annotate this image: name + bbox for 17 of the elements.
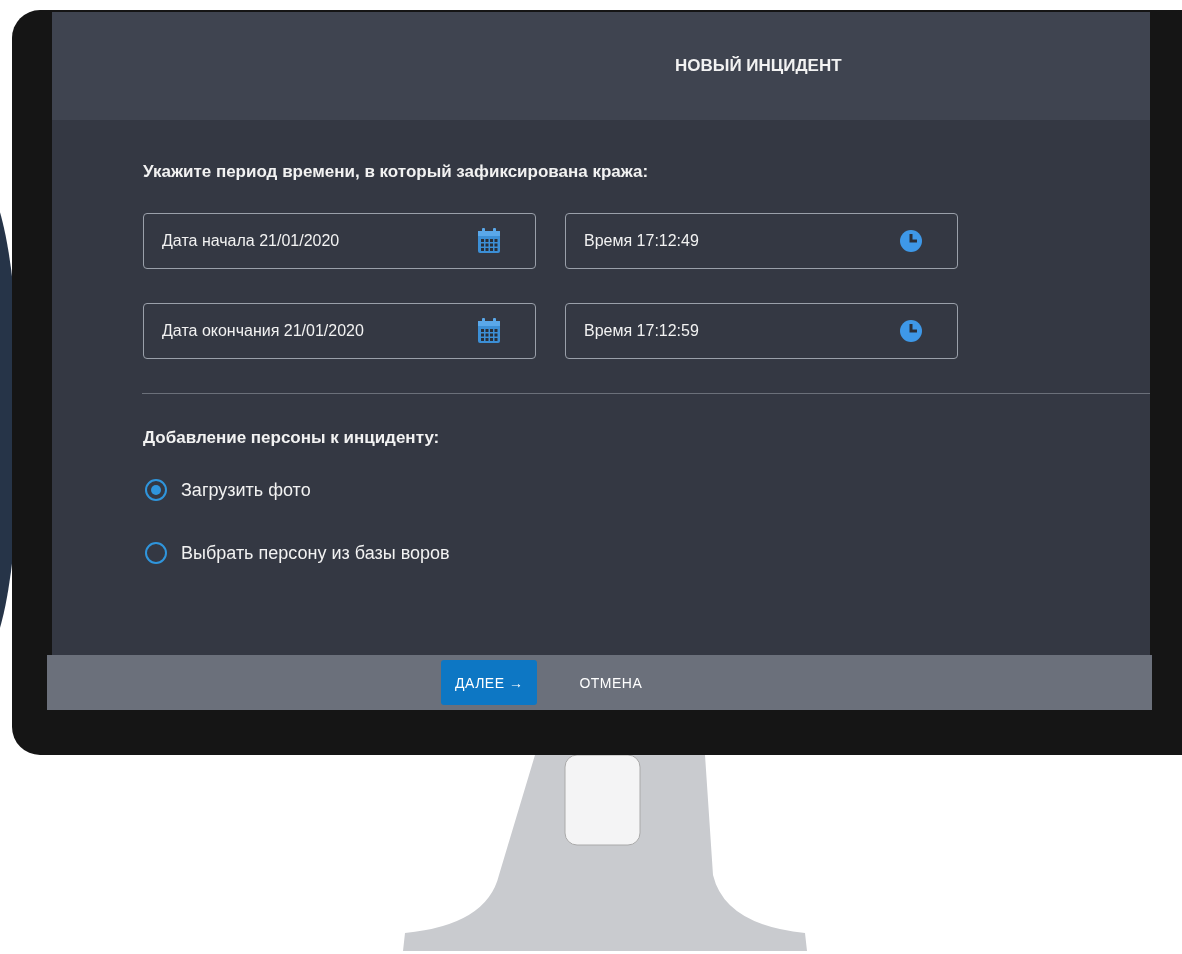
section-heading: Укажите период времени, в который зафиксирована кража: <box>143 162 650 182</box>
time-field[interactable]: Время 17:12:49 <box>565 213 958 269</box>
radio-button[interactable] <box>145 479 167 501</box>
date-field[interactable]: Дата начала 21/01/2020 <box>143 213 536 269</box>
calendar-icon <box>477 318 501 344</box>
section-heading: Добавление персоны к инциденту: <box>143 428 441 448</box>
time-field[interactable]: Время 17:12:59 <box>565 303 958 359</box>
date-field[interactable]: Дата окончания 21/01/2020 <box>143 303 536 359</box>
radio-button[interactable] <box>145 542 167 564</box>
calendar-icon <box>477 228 501 254</box>
next-button[interactable]: ДАЛЕЕ → <box>441 660 538 705</box>
clock-icon <box>899 319 923 343</box>
radio-label: Выбрать персону из базы воров <box>181 542 450 564</box>
radio-label: Загрузить фото <box>181 479 311 501</box>
cancel-button[interactable]: ОТМЕНА <box>565 660 657 705</box>
window-title: НОВЫЙ ИНЦИДЕНТ <box>675 56 842 76</box>
clock-icon <box>899 229 923 253</box>
